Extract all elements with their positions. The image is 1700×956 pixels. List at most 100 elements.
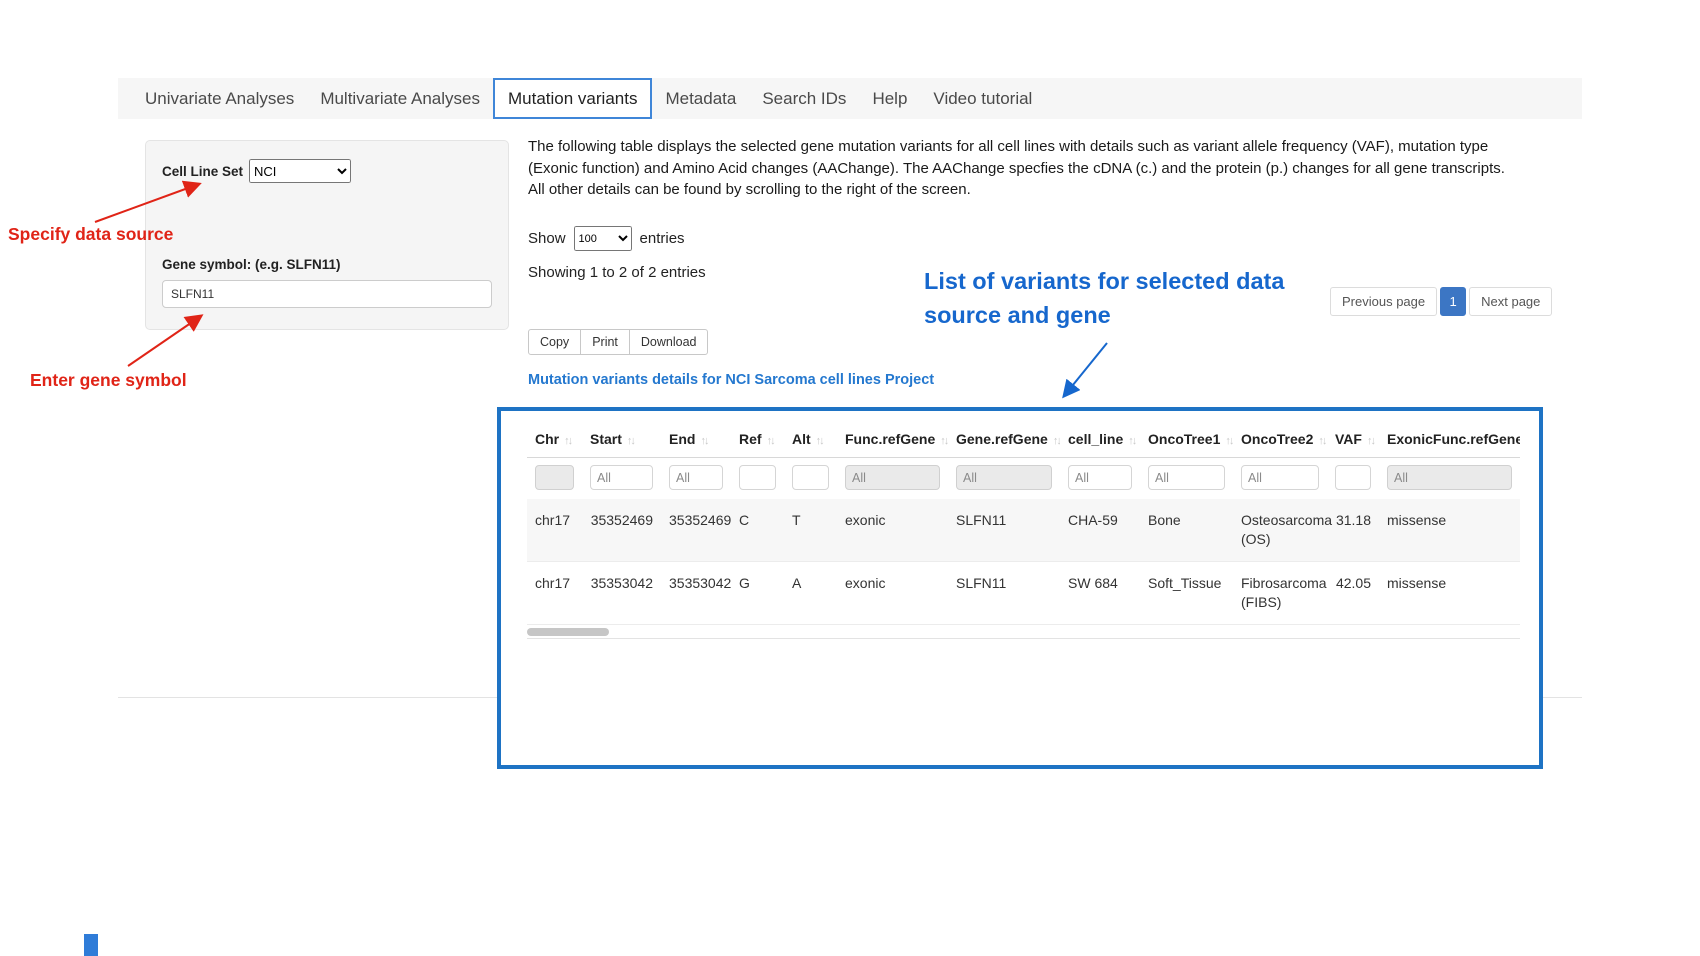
annotation-list-of-variants: List of variants for selected data sourc… — [924, 264, 1324, 332]
gene-symbol-input[interactable] — [162, 280, 492, 308]
filter-oncotree2[interactable] — [1241, 465, 1319, 490]
cell-cell-line: SW 684 — [1060, 562, 1140, 625]
col-label: Chr — [535, 431, 559, 447]
col-label: OncoTree2 — [1241, 431, 1313, 447]
sort-icon[interactable]: ↑↓ — [940, 435, 947, 447]
tab-metadata[interactable]: Metadata — [652, 78, 749, 119]
col-header-chr[interactable]: Chr ↑↓ — [527, 423, 582, 458]
col-header-oncotree1[interactable]: OncoTree1↑↓ — [1140, 423, 1233, 458]
page-length-select[interactable]: 100 — [574, 226, 632, 251]
sort-icon[interactable]: ↑↓ — [564, 435, 571, 447]
col-label: Start — [590, 431, 622, 447]
sort-icon[interactable]: ↑↓ — [1053, 435, 1060, 447]
tab-multivariate-analyses[interactable]: Multivariate Analyses — [307, 78, 493, 119]
scrollbar-thumb[interactable] — [527, 628, 609, 636]
tab-search-ids[interactable]: Search IDs — [749, 78, 859, 119]
sort-icon[interactable]: ↑↓ — [700, 435, 707, 447]
pagination: Previous page 1 Next page — [1327, 287, 1552, 316]
col-header-vaf[interactable]: VAF ↑↓ — [1327, 423, 1379, 458]
filter-exonicfunc-refgene[interactable] — [1387, 465, 1512, 490]
annotation-specify-data-source: Specify data source — [8, 224, 173, 245]
tab-mutation-variants[interactable]: Mutation variants — [493, 78, 652, 119]
page-length-control: Show 100 entries — [528, 226, 685, 251]
sort-icon[interactable]: ↑↓ — [816, 435, 823, 447]
filter-cell — [1379, 458, 1520, 500]
filter-cell — [837, 458, 948, 500]
col-header-end[interactable]: End↑↓ — [661, 423, 731, 458]
variants-table-box: Chr↑↓Start↑↓End↑↓Ref↑↓Alt↑↓Func.refGene↑… — [497, 407, 1543, 769]
col-header-ref[interactable]: Ref↑↓ — [731, 423, 784, 458]
previous-page-button[interactable]: Previous page — [1330, 287, 1437, 316]
copy-button[interactable]: Copy — [528, 329, 581, 355]
cell-oncotree1: Soft_Tissue — [1140, 562, 1233, 625]
sort-icon[interactable]: ↑↓ — [767, 435, 774, 447]
next-page-button[interactable]: Next page — [1469, 287, 1552, 316]
tab-help[interactable]: Help — [859, 78, 920, 119]
filter-gene-refgene[interactable] — [956, 465, 1052, 490]
filter-func-refgene[interactable] — [845, 465, 940, 490]
table-row[interactable]: chr173535304235353042GAexonicSLFN11SW 68… — [527, 562, 1520, 625]
col-label: ExonicFunc.refGene — [1387, 431, 1520, 447]
col-header-gene-refgene[interactable]: Gene.refGene↑↓ — [948, 423, 1060, 458]
sort-icon[interactable]: ↑↓ — [1367, 435, 1374, 447]
filter-cell — [582, 458, 661, 500]
tab-univariate-analyses[interactable]: Univariate Analyses — [132, 78, 307, 119]
cell-oncotree2: Fibrosarcoma (FIBS) — [1233, 562, 1327, 625]
filter-oncotree1[interactable] — [1148, 465, 1225, 490]
cell-exonicfunc-refgene: missense — [1379, 562, 1520, 625]
col-label: Alt — [792, 431, 811, 447]
sort-icon[interactable]: ↑↓ — [1318, 435, 1325, 447]
col-label: cell_line — [1068, 431, 1123, 447]
filter-vaf[interactable] — [1335, 465, 1371, 490]
cell-vaf: 42.05 — [1327, 562, 1379, 625]
sort-icon[interactable]: ↑↓ — [1128, 435, 1135, 447]
filter-cell-line[interactable] — [1068, 465, 1132, 490]
download-button[interactable]: Download — [629, 329, 709, 355]
cell-start: 35352469 — [582, 499, 661, 562]
filter-chr[interactable] — [535, 465, 574, 490]
cell-func-refgene: exonic — [837, 562, 948, 625]
table-description: The following table displays the selecte… — [528, 136, 1520, 201]
cell-cell-line: CHA-59 — [1060, 499, 1140, 562]
filter-cell — [784, 458, 837, 500]
blue-arrow-variants-table — [1064, 343, 1107, 396]
filter-alt[interactable] — [792, 465, 829, 490]
horizontal-scrollbar[interactable] — [527, 627, 1520, 639]
col-header-cell-line[interactable]: cell_line ↑↓ — [1060, 423, 1140, 458]
cell-line-set-select[interactable]: NCI — [249, 159, 351, 183]
tab-video-tutorial[interactable]: Video tutorial — [920, 78, 1045, 119]
variants-table: Chr↑↓Start↑↓End↑↓Ref↑↓Alt↑↓Func.refGene↑… — [527, 423, 1520, 625]
col-header-start[interactable]: Start ↑↓ — [582, 423, 661, 458]
cell-line-set-label: Cell Line Set — [162, 164, 243, 179]
annotation-enter-gene-symbol: Enter gene symbol — [30, 370, 187, 391]
col-header-alt[interactable]: Alt ↑↓ — [784, 423, 837, 458]
cell-oncotree1: Bone — [1140, 499, 1233, 562]
filter-end[interactable] — [669, 465, 723, 490]
cell-end: 35353042 — [661, 562, 731, 625]
col-header-func-refgene[interactable]: Func.refGene↑↓ — [837, 423, 948, 458]
col-label: VAF — [1335, 431, 1362, 447]
table-row[interactable]: chr173535246935352469CTexonicSLFN11CHA-5… — [527, 499, 1520, 562]
filter-cell — [948, 458, 1060, 500]
variants-table-wrap: Chr↑↓Start↑↓End↑↓Ref↑↓Alt↑↓Func.refGene↑… — [527, 423, 1520, 639]
print-button[interactable]: Print — [580, 329, 630, 355]
cell-gene-refgene: SLFN11 — [948, 499, 1060, 562]
table-title-link[interactable]: Mutation variants details for NCI Sarcom… — [528, 372, 934, 388]
filter-start[interactable] — [590, 465, 653, 490]
filter-ref[interactable] — [739, 465, 776, 490]
controls-panel: Cell Line Set NCI Gene symbol: (e.g. SLF… — [145, 140, 509, 330]
col-header-oncotree2[interactable]: OncoTree2 ↑↓ — [1233, 423, 1327, 458]
filter-cell — [1060, 458, 1140, 500]
col-header-exonicfunc-refgene[interactable]: ExonicFunc.refGene↑↓ — [1379, 423, 1520, 458]
page-1-button[interactable]: 1 — [1440, 287, 1466, 316]
cell-ref: C — [731, 499, 784, 562]
export-buttons: CopyPrintDownload — [528, 329, 708, 355]
cell-chr: chr17 — [527, 499, 582, 562]
table-filter-row — [527, 458, 1520, 500]
table-body: chr173535246935352469CTexonicSLFN11CHA-5… — [527, 499, 1520, 625]
filter-cell — [1233, 458, 1327, 500]
filter-cell — [661, 458, 731, 500]
sort-icon[interactable]: ↑↓ — [1225, 435, 1232, 447]
sort-icon[interactable]: ↑↓ — [627, 435, 634, 447]
cell-ref: G — [731, 562, 784, 625]
